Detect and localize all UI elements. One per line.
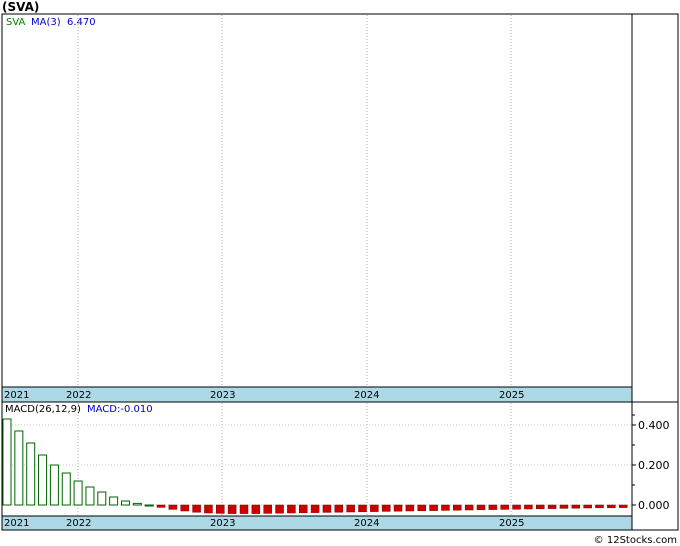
macd-bar: [156, 504, 166, 508]
macd-bar: [512, 504, 521, 510]
macd-bar: [370, 504, 379, 512]
macd-bar: [227, 504, 237, 514]
price-axis-area: [631, 13, 679, 403]
macd-bar: [168, 504, 178, 510]
price-x-tick-label: 2022: [66, 390, 91, 401]
macd-bar: [26, 442, 36, 506]
macd-bar: [618, 504, 628, 508]
macd-bar: [14, 430, 24, 506]
price-x-tick-label: 2024: [354, 390, 379, 401]
macd-bar: [310, 504, 320, 513]
macd-bar: [488, 504, 498, 510]
macd-bar: [73, 480, 83, 506]
macd-bar: [393, 504, 403, 512]
price-panel: [1, 13, 633, 388]
macd-bar: [346, 504, 355, 513]
macd-bar: [476, 504, 486, 511]
macd-bar: [109, 496, 119, 506]
macd-bar: [358, 504, 367, 513]
macd-bar: [251, 504, 261, 514]
legend-symbol: SVA: [6, 17, 26, 28]
price-x-tick-label: 2021: [4, 390, 29, 401]
macd-bar: [216, 504, 225, 514]
macd-bar: [429, 504, 438, 511]
macd-bar: [334, 504, 344, 513]
macd-bar: [287, 504, 296, 514]
macd-bar: [441, 504, 450, 511]
macd-bar: [583, 504, 592, 509]
macd-bar: [263, 504, 272, 514]
macd-y-tick-label: 0.200: [638, 459, 670, 472]
macd-bar: [132, 502, 142, 506]
macd-x-tick-label: 2023: [210, 518, 235, 529]
macd-bar: [121, 500, 130, 506]
macd-bar: [381, 504, 391, 512]
price-x-tick-label: 2023: [210, 390, 235, 401]
macd-bar: [500, 504, 509, 510]
macd-bar: [275, 504, 284, 514]
macd-bar: [239, 504, 249, 514]
macd-bar: [322, 504, 332, 513]
price-x-tick-label: 2025: [499, 390, 524, 401]
macd-bar: [559, 504, 569, 509]
macd-bar: [453, 504, 462, 511]
macd-bar: [464, 504, 474, 511]
macd-bar: [85, 486, 95, 506]
macd-bar: [524, 504, 533, 510]
macd-bar: [192, 504, 201, 513]
legend-ma-label: MA(3): [31, 17, 61, 28]
watermark: © 12Stocks.com: [593, 535, 677, 546]
macd-y-tick-label: 0.000: [638, 499, 670, 512]
macd-bar: [204, 504, 213, 514]
macd-panel: [1, 401, 633, 517]
macd-bar: [417, 504, 426, 512]
macd-bar: [49, 464, 59, 506]
macd-x-tick-label: 2025: [499, 518, 524, 529]
macd-x-tick-label: 2022: [66, 518, 91, 529]
macd-x-tick-label: 2021: [4, 518, 29, 529]
chart-canvas: 2021 2022 2023 2024 2025 SVA MA(3) 6.470 0.4…: [1, 13, 679, 531]
macd-bar: [61, 472, 71, 506]
macd-bar: [405, 504, 415, 512]
macd-bar: [571, 504, 581, 509]
macd-legend-value: MACD:-0.010: [87, 404, 153, 415]
macd-bar: [2, 418, 12, 506]
macd-time-band: [1, 515, 633, 531]
price-time-band: [1, 386, 633, 403]
macd-x-tick-label: 2024: [354, 518, 379, 529]
macd-bar: [144, 504, 154, 507]
macd-bar: [607, 504, 616, 509]
macd-bar: [97, 491, 107, 506]
macd-bar: [595, 504, 604, 509]
macd-bar: [180, 504, 189, 512]
macd-y-tick-label: 0.400: [638, 419, 670, 432]
legend-ma-value: 6.470: [67, 17, 96, 28]
macd-bar: [299, 504, 308, 514]
macd-bar: [536, 504, 545, 510]
macd-bar: [547, 504, 557, 509]
macd-legend-label: MACD(26,12,9): [5, 404, 81, 415]
macd-bar: [38, 454, 48, 506]
